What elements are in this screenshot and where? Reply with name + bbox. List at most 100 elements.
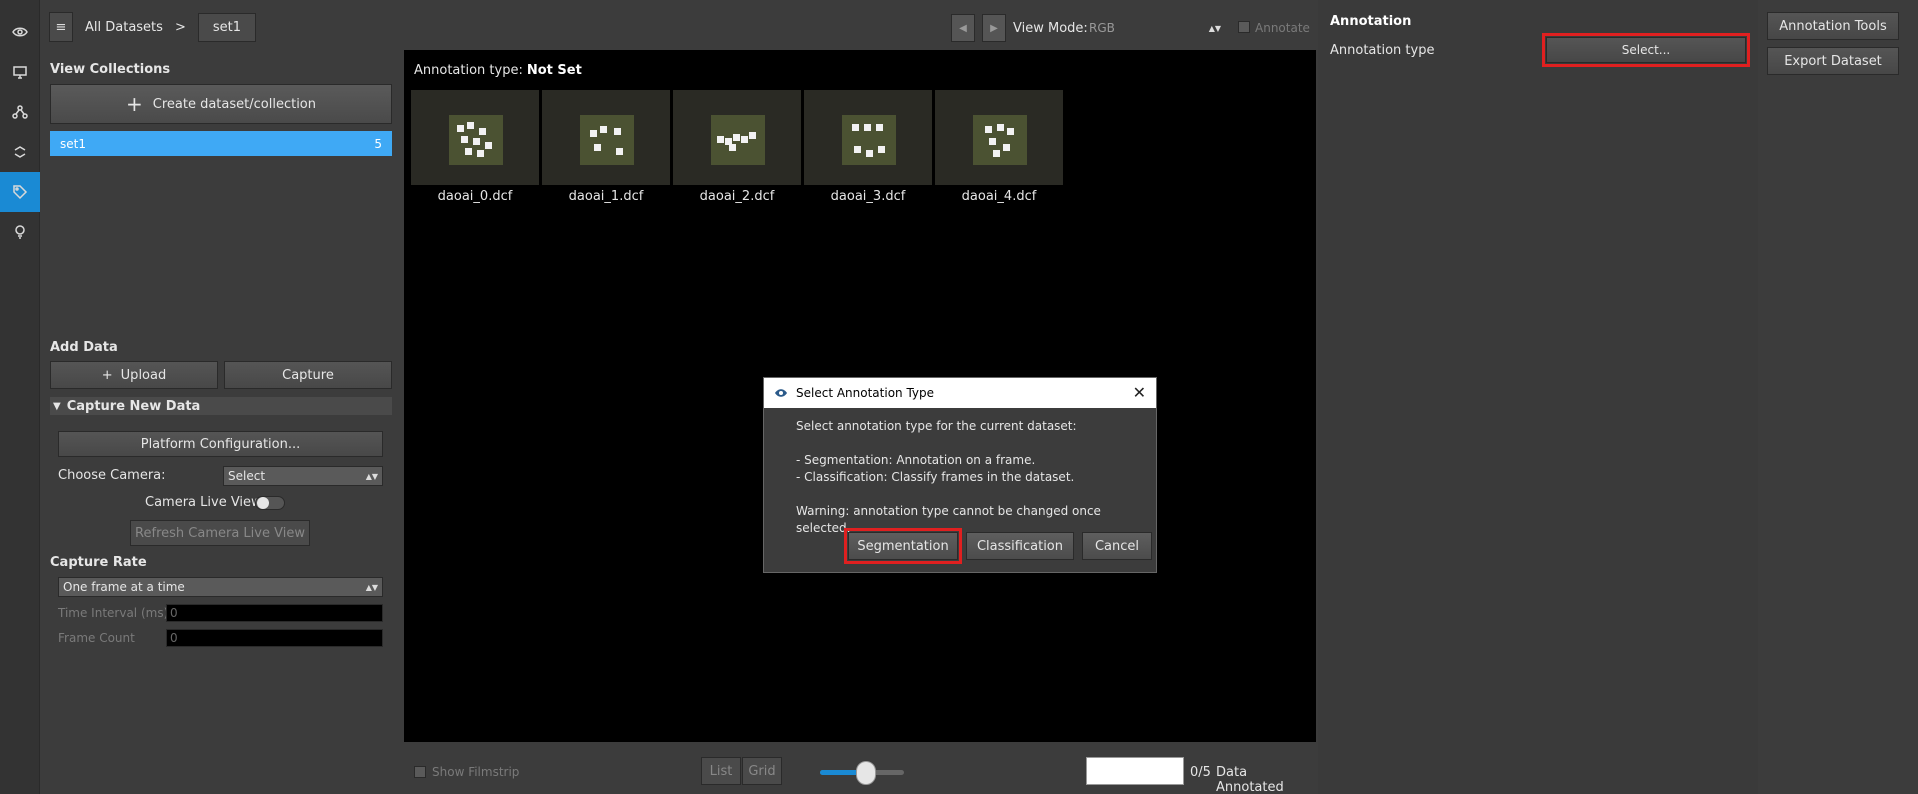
export-dataset-button[interactable]: Export Dataset: [1767, 47, 1899, 75]
dialog-line: - Segmentation: Annotation on a frame.: [796, 453, 1036, 467]
annotate-label: Annotate: [1255, 21, 1310, 35]
dialog-titlebar: Select Annotation Type ✕: [764, 378, 1156, 408]
rail-bulb-button[interactable]: [0, 212, 40, 252]
bulb-icon: [15, 225, 25, 239]
choose-camera-label: Choose Camera:: [58, 468, 166, 483]
rail-network-button[interactable]: [0, 92, 40, 132]
camera-select-value: Select: [228, 469, 266, 483]
frame-count-field[interactable]: 0: [166, 629, 383, 647]
annotation-panel-title: Annotation: [1330, 14, 1412, 29]
thumbnail-caption: daoai_0.dcf: [437, 189, 513, 204]
capture-rate-title: Capture Rate: [50, 555, 147, 570]
close-icon[interactable]: ✕: [1133, 383, 1146, 402]
classification-button[interactable]: Classification: [966, 532, 1074, 560]
time-interval-field[interactable]: 0: [166, 604, 383, 622]
capture-rate-value: One frame at a time: [63, 580, 185, 594]
highlight-outline: [1542, 33, 1750, 67]
annotation-type-label: Annotation type:: [414, 63, 523, 78]
previous-button[interactable]: ◀: [951, 14, 975, 42]
network-icon: [12, 105, 28, 119]
collection-name: set1: [60, 136, 86, 151]
highlight-outline: [844, 528, 962, 564]
upload-label: Upload: [120, 367, 167, 383]
cancel-button[interactable]: Cancel: [1082, 532, 1152, 560]
zoom-slider-handle[interactable]: [856, 761, 876, 785]
show-filmstrip-checkbox[interactable]: [414, 766, 426, 778]
collection-count: 5: [374, 136, 382, 151]
thumbnail-item[interactable]: daoai_2.dcf: [673, 90, 801, 208]
thumbnail-item[interactable]: daoai_1.dcf: [542, 90, 670, 208]
camera-select[interactable]: Select ▲▼: [223, 466, 383, 486]
dialog-line: - Classification: Classify frames in the…: [796, 470, 1075, 484]
annotation-type-field-label: Annotation type: [1330, 43, 1435, 58]
plus-icon: +: [126, 92, 143, 116]
thumbnail-image: [542, 90, 670, 185]
eye-icon: [12, 27, 28, 37]
thumbnail-image: [411, 90, 539, 185]
refresh-camera-live-view-button[interactable]: Refresh Camera Live View: [130, 520, 310, 546]
view-mode-select[interactable]: RGB ▲▼: [1085, 18, 1225, 38]
thumbnail-image: [804, 90, 932, 185]
left-panel: ≡ All Datasets > set1 View Collections +…: [40, 0, 395, 794]
menu-icon[interactable]: ≡: [49, 12, 73, 42]
thumbnail-caption: daoai_4.dcf: [961, 189, 1037, 204]
upload-button[interactable]: + Upload: [50, 361, 218, 389]
annotate-checkbox[interactable]: [1238, 21, 1250, 33]
recycle-icon: [14, 146, 26, 158]
thumbnail-caption: daoai_1.dcf: [568, 189, 644, 204]
dialog-message: Select annotation type for the current d…: [764, 408, 1156, 537]
view-collections-title: View Collections: [50, 62, 171, 77]
tag-icon: [13, 185, 28, 200]
camera-live-view-toggle[interactable]: [255, 496, 285, 510]
updown-arrow-icon: ▲▼: [365, 582, 378, 592]
annotation-tools-button[interactable]: Annotation Tools: [1767, 12, 1899, 40]
capture-new-data-label: Capture New Data: [66, 398, 201, 414]
create-dataset-button[interactable]: + Create dataset/collection: [50, 84, 392, 124]
rail-tag-button[interactable]: [0, 172, 40, 212]
view-mode-label: View Mode:: [1013, 21, 1088, 36]
capture-button[interactable]: Capture: [224, 361, 392, 389]
thumbnail-item[interactable]: daoai_0.dcf: [411, 90, 539, 208]
eye-logo-icon: [775, 389, 787, 397]
toggle-knob: [257, 497, 269, 509]
rail-monitor-button[interactable]: [0, 52, 40, 92]
zoom-slider[interactable]: [820, 761, 904, 785]
breadcrumb-separator: >: [174, 19, 186, 35]
capture-new-data-header[interactable]: ▼ Capture New Data: [50, 397, 392, 415]
annotated-count: 0/5: [1190, 765, 1211, 780]
bottom-bar: Show Filmstrip List Grid 0/5 Data Annota…: [404, 742, 1316, 794]
dialog-line: Select annotation type for the current d…: [796, 419, 1077, 433]
annotation-type-value: Not Set: [526, 63, 582, 78]
thumbnail-item[interactable]: daoai_4.dcf: [935, 90, 1063, 208]
create-dataset-label: Create dataset/collection: [152, 96, 316, 112]
select-annotation-type-dialog: Select Annotation Type ✕ Select annotati…: [763, 377, 1157, 573]
capture-rate-select[interactable]: One frame at a time ▲▼: [58, 577, 383, 597]
tools-panel: Annotation Tools Export Dataset: [1758, 0, 1918, 794]
updown-arrow-icon: ▲▼: [365, 471, 378, 481]
triangle-down-icon: ▼: [53, 400, 61, 412]
monitor-icon: [13, 66, 27, 79]
thumbnail-item[interactable]: daoai_3.dcf: [804, 90, 932, 208]
next-button[interactable]: ▶: [982, 14, 1006, 42]
grid-view-button[interactable]: Grid: [742, 757, 782, 785]
data-annotated-label: Data Annotated: [1216, 765, 1284, 794]
show-filmstrip-label: Show Filmstrip: [432, 765, 520, 779]
rail-recycle-button[interactable]: [0, 132, 40, 172]
add-data-title: Add Data: [50, 340, 118, 355]
breadcrumb-root[interactable]: All Datasets: [79, 20, 169, 35]
view-toolbar: ◀ ▶ View Mode: RGB ▲▼ Annotate: [395, 0, 1315, 50]
annotated-count-box: [1086, 757, 1184, 785]
thumbnail-caption: daoai_2.dcf: [699, 189, 775, 204]
frame-count-label: Frame Count: [58, 631, 135, 645]
collection-item-set1[interactable]: set1 5: [50, 131, 392, 156]
breadcrumb-current[interactable]: set1: [197, 12, 256, 42]
platform-configuration-button[interactable]: Platform Configuration...: [58, 431, 383, 457]
time-interval-label: Time Interval (ms): [58, 606, 169, 620]
camera-live-view-label: Camera Live View: [145, 495, 262, 510]
rail-eye-button[interactable]: [0, 12, 40, 52]
annotation-type-status: Annotation type: Not Set: [414, 63, 582, 78]
annotation-panel: Annotation Annotation type Select...: [1318, 0, 1758, 794]
list-view-button[interactable]: List: [701, 757, 741, 785]
view-mode-value: RGB: [1089, 21, 1115, 35]
breadcrumb: ≡ All Datasets > set1: [49, 12, 256, 42]
